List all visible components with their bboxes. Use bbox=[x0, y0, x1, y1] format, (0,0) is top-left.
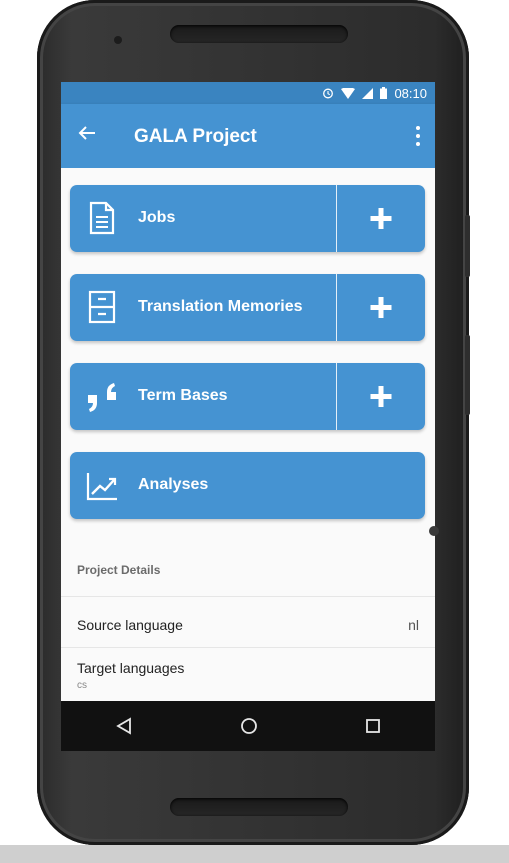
divider bbox=[61, 596, 435, 597]
divider bbox=[61, 647, 435, 648]
trend-chart-icon bbox=[86, 473, 117, 501]
back-triangle-icon[interactable] bbox=[115, 717, 133, 735]
page-title: GALA Project bbox=[134, 126, 257, 147]
card-label: Translation Memories bbox=[138, 298, 303, 315]
source-language-value: nl bbox=[408, 617, 419, 633]
plus-icon bbox=[370, 386, 392, 407]
menu-dot bbox=[416, 126, 420, 130]
card-label: Jobs bbox=[138, 209, 176, 226]
term-bases-button[interactable]: Term Bases bbox=[70, 363, 336, 430]
floor-shadow bbox=[0, 845, 509, 863]
alarm-icon bbox=[323, 88, 334, 99]
target-languages-label: Target languages bbox=[77, 660, 185, 676]
document-icon bbox=[89, 201, 115, 235]
card-term-bases: Term Bases bbox=[70, 363, 425, 430]
status-time: 08:10 bbox=[394, 85, 427, 101]
status-bar: 08:10 bbox=[61, 82, 435, 104]
home-circle-icon[interactable] bbox=[240, 717, 258, 735]
jobs-button[interactable]: Jobs bbox=[70, 185, 336, 252]
source-language-label: Source language bbox=[77, 617, 183, 633]
cabinet-icon bbox=[88, 290, 116, 324]
phone-screen: 08:10 GALA Project Jobs Translation Memo… bbox=[61, 82, 435, 751]
signal-icon bbox=[362, 87, 374, 99]
card-label: Analyses bbox=[138, 476, 209, 493]
quote-icon bbox=[88, 383, 116, 412]
menu-dot bbox=[416, 134, 420, 138]
card-analyses[interactable]: Analyses bbox=[70, 452, 425, 519]
target-languages-value: cs bbox=[77, 680, 87, 691]
app-bar: GALA Project bbox=[61, 104, 435, 168]
wifi-icon bbox=[341, 87, 356, 99]
card-translation-memories: Translation Memories bbox=[70, 274, 425, 341]
arrow-left-icon[interactable] bbox=[75, 121, 99, 145]
menu-dot bbox=[416, 142, 420, 146]
volume-button bbox=[465, 215, 470, 277]
recents-square-icon[interactable] bbox=[365, 718, 381, 734]
content-area: Jobs Translation Memories Term Bases Ana… bbox=[61, 168, 435, 701]
plus-icon bbox=[370, 208, 392, 229]
add-job-button[interactable] bbox=[337, 185, 425, 252]
top-speaker bbox=[170, 25, 348, 43]
battery-icon bbox=[380, 87, 388, 99]
scroll-indicator bbox=[429, 526, 439, 536]
section-title-project-details: Project Details bbox=[77, 563, 161, 577]
power-button bbox=[465, 335, 470, 415]
more-vert-icon[interactable] bbox=[415, 126, 421, 146]
card-jobs: Jobs bbox=[70, 185, 425, 252]
nav-bar bbox=[61, 701, 435, 751]
card-label: Term Bases bbox=[138, 387, 228, 404]
add-term-base-button[interactable] bbox=[337, 363, 425, 430]
front-camera bbox=[114, 36, 122, 44]
translation-memories-button[interactable]: Translation Memories bbox=[70, 274, 336, 341]
bottom-speaker bbox=[170, 798, 348, 816]
add-translation-memory-button[interactable] bbox=[337, 274, 425, 341]
plus-icon bbox=[370, 297, 392, 318]
